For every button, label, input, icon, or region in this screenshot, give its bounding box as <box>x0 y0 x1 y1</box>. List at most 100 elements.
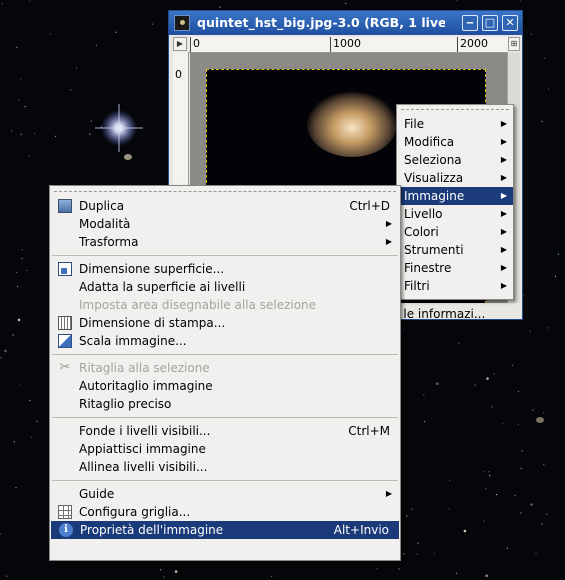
menu-item-strumenti[interactable]: Strumenti ▶ <box>397 241 513 259</box>
menu-item-duplica[interactable]: Duplica Ctrl+D <box>50 197 400 215</box>
menu-item-dimensione-di-stampa[interactable]: Dimensione di stampa... <box>50 314 400 332</box>
menu-item-seleziona[interactable]: Seleziona ▶ <box>397 151 513 169</box>
star <box>485 488 487 490</box>
submenu-arrow-icon: ▶ <box>500 191 507 200</box>
menu-item-guide[interactable]: Guide ▶ <box>50 485 400 503</box>
navigate-icon[interactable]: ⊞ <box>508 37 520 51</box>
maximize-icon[interactable]: □ <box>482 15 498 31</box>
menu-item-label: Seleziona <box>404 153 462 167</box>
grid-icon <box>58 505 72 519</box>
menu-item-proprieta-dell-immagine[interactable]: i Proprietà dell'immagine Alt+Invio <box>51 521 399 539</box>
star <box>433 552 435 554</box>
star <box>485 574 489 578</box>
menu-item-appiattisci-immagine[interactable]: Appiattisci immagine <box>50 440 400 458</box>
star <box>521 450 523 452</box>
submenu-arrow-icon: ▶ <box>500 173 507 182</box>
menu-item-livello[interactable]: Livello ▶ <box>397 205 513 223</box>
star <box>16 271 18 274</box>
star <box>20 78 22 80</box>
window-titlebar[interactable]: quintet_hst_big.jpg-3.0 (RGB, 1 livello … <box>169 11 522 35</box>
ruler-label: 2000 <box>460 37 488 50</box>
tearoff-line[interactable] <box>54 191 396 192</box>
star <box>75 67 78 69</box>
star <box>34 132 36 135</box>
star <box>541 523 543 525</box>
star <box>483 520 485 522</box>
menu-item-ritaglio-preciso[interactable]: Ritaglio preciso <box>50 395 400 413</box>
submenu-arrow-icon: ▶ <box>500 227 507 236</box>
star <box>160 569 162 571</box>
menu-item-scala-immagine[interactable]: Scala immagine... <box>50 332 400 350</box>
star <box>423 394 425 396</box>
menu-item-modifica[interactable]: Modifica ▶ <box>397 133 513 151</box>
menu-item-finestre[interactable]: Finestre ▶ <box>397 259 513 277</box>
star <box>488 471 490 473</box>
menu-item-file[interactable]: File ▶ <box>397 115 513 133</box>
menu-item-label: Ritaglio preciso <box>79 397 172 411</box>
star <box>547 88 550 90</box>
menu-item-dimensione-superficie[interactable]: Dimensione superficie... <box>50 260 400 278</box>
menu-item-label: Adatta la superficie ai livelli <box>79 280 246 294</box>
menu-item-label: Autoritaglio immagine <box>79 379 213 393</box>
close-icon[interactable]: ✕ <box>502 15 518 31</box>
star <box>29 400 31 402</box>
horizontal-ruler[interactable]: 0 1000 2000 <box>189 37 508 53</box>
quick-mask-menu-icon[interactable]: ▶ <box>173 37 187 51</box>
star <box>271 575 273 578</box>
submenu-arrow-icon: ▶ <box>385 219 392 228</box>
star <box>543 464 545 466</box>
menu-item-modalita[interactable]: Modalità ▶ <box>50 215 400 233</box>
star <box>18 99 20 101</box>
star <box>16 286 19 288</box>
star <box>491 406 493 408</box>
menu-separator <box>52 255 398 256</box>
ruler-label: 0 <box>175 68 182 81</box>
menu-item-trasforma[interactable]: Trasforma ▶ <box>50 233 400 251</box>
menu-item-label: File <box>404 117 425 131</box>
menu-item-imposta-area-disegnabile-alla-selezione: Imposta area disegnabile alla selezione <box>50 296 400 314</box>
star <box>28 155 30 157</box>
star <box>535 553 537 555</box>
menu-item-shortcut: Ctrl+D <box>349 199 390 213</box>
menu-item-adatta-la-superficie-ai-livelli[interactable]: Adatta la superficie ai livelli <box>50 278 400 296</box>
menu-item-configura-griglia[interactable]: Configura griglia... <box>50 503 400 521</box>
star <box>12 334 14 336</box>
menu-item-label: Modalità <box>79 217 131 231</box>
submenu-arrow-icon: ▶ <box>500 119 507 128</box>
star <box>463 529 467 533</box>
star <box>530 503 533 506</box>
crop-icon: ✂ <box>59 360 71 375</box>
menu-item-colori[interactable]: Colori ▶ <box>397 223 513 241</box>
submenu-arrow-icon: ▶ <box>500 137 507 146</box>
menu-item-filtri[interactable]: Filtri ▶ <box>397 277 513 295</box>
menu-item-label: Duplica <box>79 199 125 213</box>
star <box>557 253 560 255</box>
menu-item-label: Dimensione di stampa... <box>79 316 226 330</box>
star <box>89 133 91 135</box>
star <box>424 420 426 423</box>
menu-item-label: Dimensione superficie... <box>79 262 225 276</box>
menu-item-allinea-livelli-visibili[interactable]: Allinea livelli visibili... <box>50 458 400 476</box>
submenu-arrow-icon: ▶ <box>385 489 392 498</box>
star <box>532 409 534 411</box>
minimize-icon[interactable]: ‒ <box>462 15 478 31</box>
star <box>16 46 18 49</box>
star <box>26 269 28 271</box>
galaxy-image <box>307 92 397 157</box>
image-thumbnail-icon[interactable] <box>174 15 190 31</box>
star <box>493 373 495 375</box>
tearoff-line[interactable] <box>401 109 509 110</box>
menu-item-autoritaglio-immagine[interactable]: Autoritaglio immagine <box>50 377 400 395</box>
star <box>496 494 498 496</box>
menu-item-immagine[interactable]: Immagine ▶ <box>397 187 513 205</box>
star <box>529 330 531 332</box>
star <box>458 342 460 344</box>
star <box>544 57 546 59</box>
menu-item-label: Configura griglia... <box>79 505 191 519</box>
menu-item-visualizza[interactable]: Visualizza ▶ <box>397 169 513 187</box>
submenu-arrow-icon: ▶ <box>500 155 507 164</box>
menu-item-fonde-i-livelli-visibili[interactable]: Fonde i livelli visibili... Ctrl+M <box>50 422 400 440</box>
menu-item-label: Filtri <box>404 279 430 293</box>
submenu-arrow-icon: ▶ <box>500 209 507 218</box>
star <box>0 357 2 359</box>
